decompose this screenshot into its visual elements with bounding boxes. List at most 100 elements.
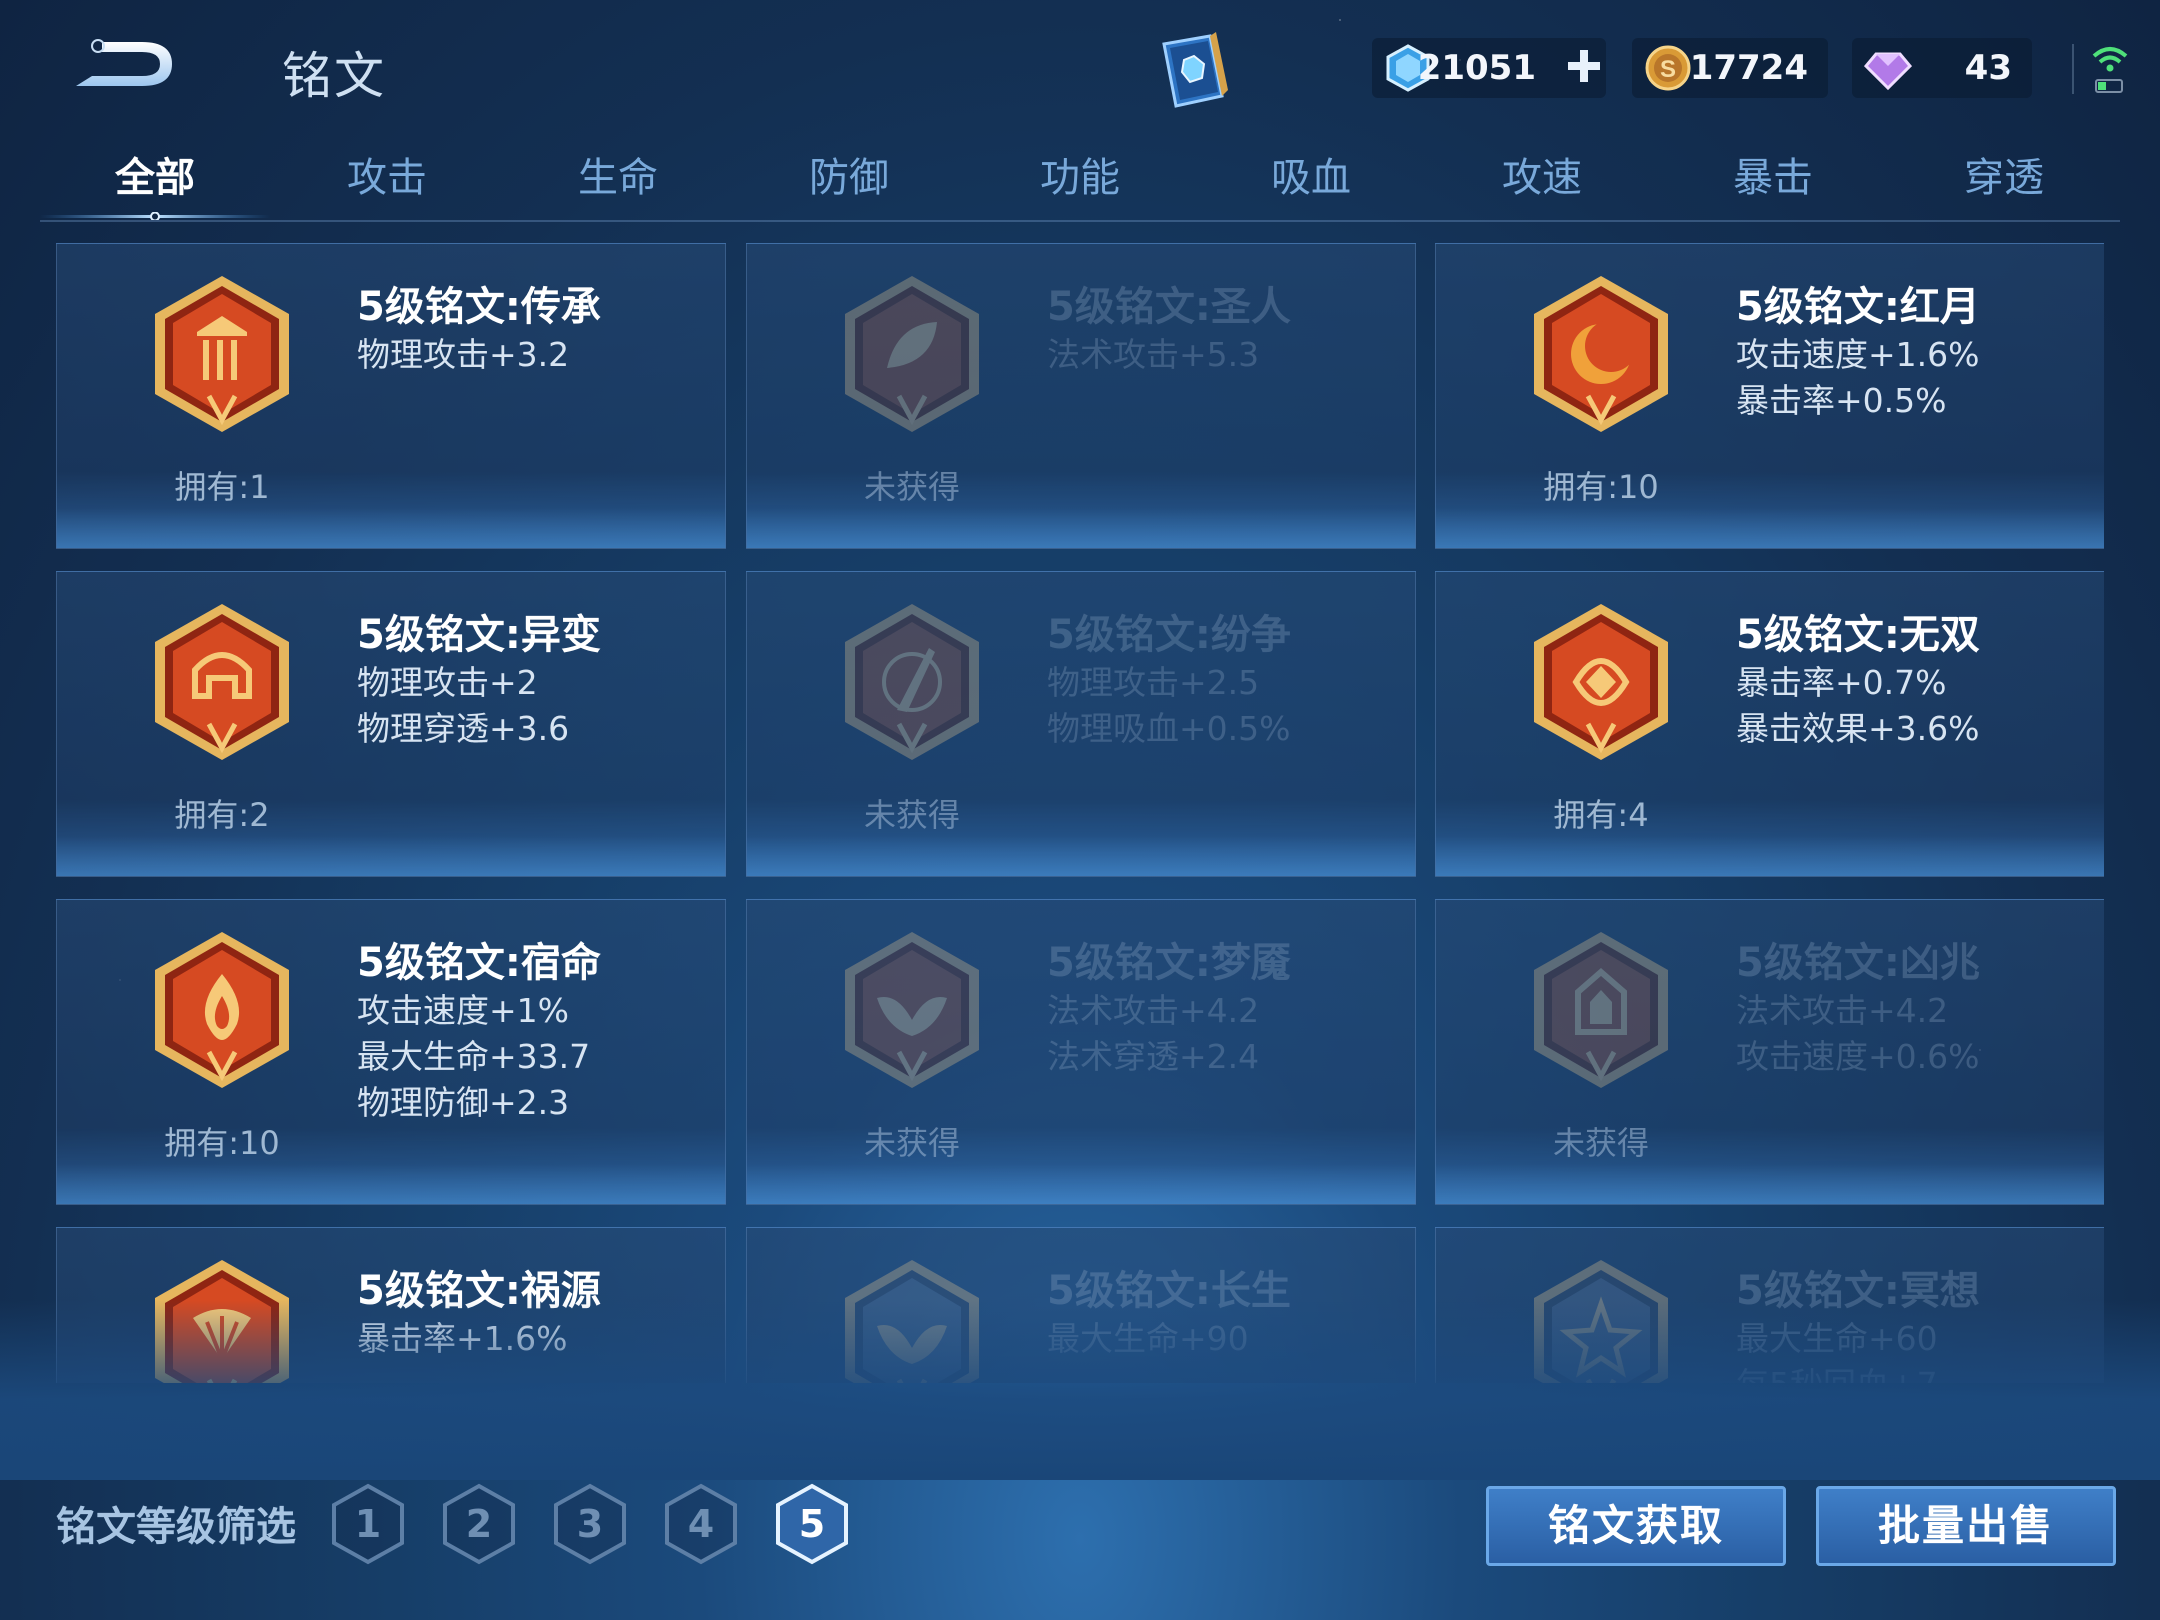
gold-coin-icon: S bbox=[1645, 45, 1691, 91]
rune-card-wushuang[interactable]: 5级铭文:无双 暴击率+0.7% 暴击效果+3.6% 拥有:4 bbox=[1435, 571, 2104, 877]
rune-stats: 法术攻击+5.3 bbox=[1047, 332, 1259, 378]
tab-attack[interactable]: 攻击 bbox=[272, 148, 502, 218]
svg-text:S: S bbox=[1660, 56, 1676, 83]
card-glow bbox=[57, 508, 725, 548]
level-filter-label: 2 bbox=[465, 1502, 493, 1546]
level-filter-label: 铭文等级筛选 bbox=[56, 1504, 296, 1550]
card-glow bbox=[747, 836, 1415, 876]
add-diamond-plus-icon[interactable] bbox=[1564, 46, 1604, 86]
rune-stats: 法术攻击+4.2 法术穿透+2.4 bbox=[1047, 988, 1259, 1080]
rune-stat: 物理穿透+3.6 bbox=[357, 709, 570, 748]
rune-stats: 物理攻击+2 物理穿透+3.6 bbox=[357, 660, 569, 752]
bottom-bar: 铭文等级筛选 1 2 3 4 5 铭文获取 批量出售 bbox=[0, 1440, 2160, 1620]
rune-card-hongyue[interactable]: 5级铭文:红月 攻击速度+1.6% 暴击率+0.5% 拥有:10 bbox=[1435, 243, 2104, 549]
level-filter-4[interactable]: 4 bbox=[663, 1482, 739, 1566]
tab-penetration[interactable]: 穿透 bbox=[1889, 148, 2119, 218]
level-filter-label: 5 bbox=[798, 1502, 826, 1546]
tab-attack-speed[interactable]: 攻速 bbox=[1427, 148, 1657, 218]
rune-grid: 5级铭文:传承 物理攻击+3.2 拥有:1 5级铭文:圣人 法术攻击+5.3 未获得 5级铭… bbox=[56, 243, 2104, 1383]
back-arrow-icon[interactable] bbox=[62, 30, 182, 100]
rune-card-shengren[interactable]: 5级铭文:圣人 法术攻击+5.3 未获得 bbox=[746, 243, 1416, 549]
rune-stats: 最大生命+90 bbox=[1047, 1316, 1249, 1362]
rune-stats: 攻击速度+1.6% 暴击率+0.5% bbox=[1736, 332, 1980, 424]
rune-card-xiongzhao[interactable]: 5级铭文:凶兆 法术攻击+4.2 攻击速度+0.6% 未获得 bbox=[1435, 899, 2104, 1205]
rune-owned-count: 未获得 bbox=[1552, 1124, 1649, 1162]
rune-stat: 攻击速度+1% bbox=[357, 991, 570, 1030]
batch-sell-button[interactable]: 批量出售 bbox=[1816, 1486, 2116, 1566]
gold-amount: 17724 bbox=[1689, 48, 1808, 88]
rune-stat: 最大生命+90 bbox=[1047, 1319, 1249, 1358]
rune-card-changsheng[interactable]: 5级铭文:长生最大生命+90 bbox=[746, 1227, 1416, 1383]
rune-name: 5级铭文:长生 bbox=[1047, 1268, 1291, 1314]
level-filter-5[interactable]: 5 bbox=[774, 1482, 850, 1566]
rune-name: 5级铭文:宿命 bbox=[357, 940, 601, 986]
rune-book-icon[interactable] bbox=[1150, 30, 1236, 114]
rune-card-huoyuan[interactable]: 5级铭文:祸源 暴击率+1.6% bbox=[56, 1227, 726, 1383]
rune-name: 5级铭文:凶兆 bbox=[1736, 940, 1980, 986]
rune-name: 5级铭文:冥想 bbox=[1736, 1268, 1980, 1314]
rune-card-chuancheng[interactable]: 5级铭文:传承 物理攻击+3.2 拥有:1 bbox=[56, 243, 726, 549]
rune-stat: 法术攻击+4.2 bbox=[1047, 991, 1260, 1030]
card-glow bbox=[57, 1164, 725, 1204]
rune-stats: 物理攻击+2.5 物理吸血+0.5% bbox=[1047, 660, 1291, 752]
rune-pillars-icon bbox=[155, 276, 289, 432]
rune-stat: 每5秒回血+7 bbox=[1736, 1362, 1938, 1383]
rune-name: 5级铭文:异变 bbox=[357, 612, 601, 658]
diamond-amount: 21051 bbox=[1417, 48, 1536, 88]
rune-wing-icon bbox=[845, 1260, 979, 1383]
rune-owned-count: 拥有:1 bbox=[174, 468, 270, 506]
rune-helm-icon bbox=[155, 604, 289, 760]
rune-card-fenzheng[interactable]: 5级铭文:纷争 物理攻击+2.5 物理吸血+0.5% 未获得 bbox=[746, 571, 1416, 877]
card-glow bbox=[57, 836, 725, 876]
rune-stat: 攻击速度+0.6% bbox=[1736, 1037, 1980, 1076]
gold-currency: S 17724 bbox=[1632, 38, 1828, 98]
rune-card-mingxiang[interactable]: 5级铭文:冥想最大生命+60 每5秒回血+7 bbox=[1435, 1227, 2104, 1383]
rune-stat: 法术攻击+5.3 bbox=[1047, 335, 1260, 374]
rune-stat: 物理攻击+2 bbox=[357, 663, 538, 702]
acquire-rune-button[interactable]: 铭文获取 bbox=[1486, 1486, 1786, 1566]
card-glow bbox=[1436, 836, 2104, 876]
tab-critical[interactable]: 暴击 bbox=[1658, 148, 1888, 218]
rune-blade-icon bbox=[845, 604, 979, 760]
active-tab-indicator bbox=[40, 212, 270, 220]
rune-card-yibian[interactable]: 5级铭文:异变 物理攻击+2 物理穿透+3.6 拥有:2 bbox=[56, 571, 726, 877]
wifi-signal-icon bbox=[2092, 47, 2128, 93]
rune-leaf-icon bbox=[845, 276, 979, 432]
rune-stat: 攻击速度+1.6% bbox=[1736, 335, 1980, 374]
rune-stat: 法术穿透+2.4 bbox=[1047, 1037, 1260, 1076]
header-divider bbox=[2072, 44, 2074, 94]
rune-owned-count: 未获得 bbox=[863, 796, 960, 834]
tab-health[interactable]: 生命 bbox=[503, 148, 733, 218]
level-filter-2[interactable]: 2 bbox=[441, 1482, 517, 1566]
tab-all[interactable]: 全部 bbox=[40, 148, 270, 218]
rune-stat: 暴击率+0.5% bbox=[1736, 381, 1947, 420]
rune-stat: 物理防御+2.3 bbox=[357, 1083, 570, 1122]
purple-gem-icon bbox=[1863, 52, 1913, 91]
rune-stat: 暴击率+0.7% bbox=[1736, 663, 1947, 702]
level-filter-label: 3 bbox=[576, 1502, 604, 1546]
card-glow bbox=[747, 1164, 1415, 1204]
level-filter-label: 1 bbox=[354, 1502, 382, 1546]
rune-fan-icon bbox=[155, 1260, 289, 1383]
tab-utility[interactable]: 功能 bbox=[965, 148, 1195, 218]
rune-swirl-icon bbox=[1534, 604, 1668, 760]
rune-stat: 最大生命+33.7 bbox=[357, 1037, 591, 1076]
rune-owned-count: 拥有:10 bbox=[1543, 468, 1659, 506]
level-filter-1[interactable]: 1 bbox=[330, 1482, 406, 1566]
rune-moon-icon bbox=[1534, 276, 1668, 432]
rune-stat: 暴击效果+3.6% bbox=[1736, 709, 1980, 748]
rune-stats: 暴击率+1.6% bbox=[357, 1316, 568, 1362]
rune-name: 5级铭文:传承 bbox=[357, 284, 601, 330]
level-filter-3[interactable]: 3 bbox=[552, 1482, 628, 1566]
rune-card-mengyan[interactable]: 5级铭文:梦魇 法术攻击+4.2 法术穿透+2.4 未获得 bbox=[746, 899, 1416, 1205]
card-glow bbox=[747, 508, 1415, 548]
rune-card-suming[interactable]: 5级铭文:宿命攻击速度+1% 最大生命+33.7 物理防御+2.3 拥有:10 bbox=[56, 899, 726, 1205]
rune-owned-count: 拥有:10 bbox=[164, 1124, 280, 1162]
tab-lifesteal[interactable]: 吸血 bbox=[1196, 148, 1426, 218]
rune-name: 5级铭文:圣人 bbox=[1047, 284, 1291, 330]
tab-defense[interactable]: 防御 bbox=[734, 148, 964, 218]
gem-amount: 43 bbox=[1964, 48, 2012, 88]
card-glow bbox=[1436, 1164, 2104, 1204]
rune-stats: 法术攻击+4.2 攻击速度+0.6% bbox=[1736, 988, 1980, 1080]
rune-wing-icon bbox=[845, 932, 979, 1088]
